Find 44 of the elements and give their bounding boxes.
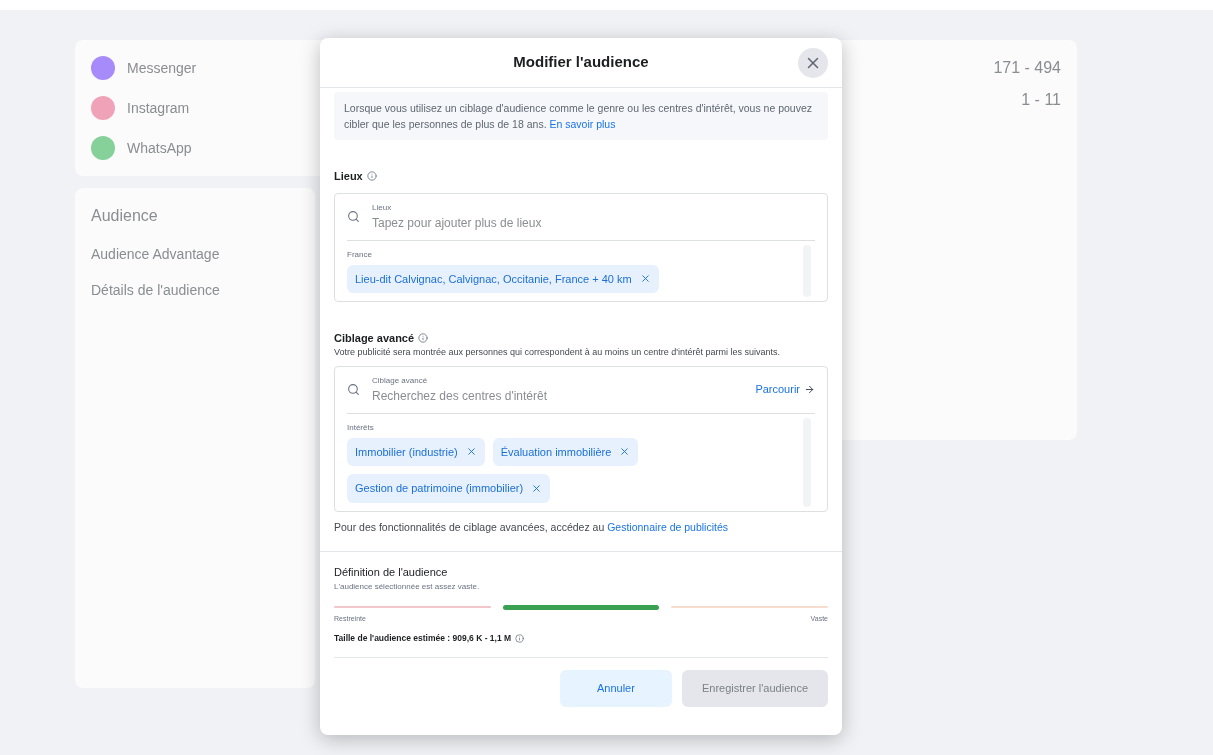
channel-name: WhatsApp — [127, 139, 192, 158]
interests-search-field[interactable]: Ciblage avancé Recherchez des centres d'intérêt Parcourir — [347, 366, 815, 414]
channel-name: Messenger — [127, 59, 197, 78]
channel-name: Instagram — [127, 99, 190, 118]
group-label: Intérêts — [347, 421, 375, 434]
close-button[interactable] — [798, 48, 828, 78]
search-placeholder: Recherchez des centres d'intérêt — [372, 387, 549, 405]
field-label: Lieux — [372, 201, 393, 214]
remove-icon[interactable] — [639, 273, 651, 285]
group-label: France — [347, 248, 373, 261]
remove-icon[interactable] — [465, 446, 477, 458]
remove-icon[interactable] — [619, 446, 631, 458]
section-label: Lieux — [334, 169, 363, 184]
stat-value: 1 - 11 — [1021, 90, 1061, 110]
interest-chip[interactable]: Lieu-dit Calvignac, Calvignac, Occitanie, France + 40 km — [347, 264, 659, 293]
info-icon[interactable] — [515, 634, 525, 644]
ads-manager-link[interactable]: Gestionnaire de publicités — [607, 520, 728, 533]
search-icon — [347, 383, 360, 396]
learn-more-link[interactable]: En savoir plus — [549, 118, 616, 130]
cancel-button[interactable]: Annuler — [559, 670, 672, 707]
section-description: Votre publicité sera montrée aux personnes qui correspondent à au moins un centre d'intérêt parmi les suivants. — [334, 346, 781, 358]
remove-icon[interactable] — [531, 482, 543, 494]
dialog-title: Modifier l'audience — [513, 52, 649, 73]
browse-link[interactable]: Parcourir — [755, 381, 815, 398]
audience-estimate: Taille de l'audience estimée : 909,6 K - 1,1 M — [334, 632, 512, 645]
search-placeholder: Tapez pour ajouter plus de lieux — [372, 214, 542, 232]
advanced-footer-text: Pour des fonctionnalités de ciblage avancées, accédez au Gestionnaire de publicités — [334, 519, 729, 535]
definition-subtitle: L'audience sélectionnée est assez vaste. — [334, 580, 481, 593]
arrow-icon — [804, 384, 815, 395]
locations-search-field[interactable]: Lieux Tapez pour ajouter plus de lieux — [347, 193, 815, 241]
section-label: Ciblage avancé — [334, 331, 415, 346]
section-title: Audience — [91, 206, 158, 226]
search-icon — [347, 210, 360, 223]
notice-text: Lorsque vous utilisez un ciblage d'audience comme le genre ou les centres d'intérêt, vous ne pouvez cibler que les personnes de plus de 18 ans. En savoir plus — [334, 92, 828, 140]
interest-chip[interactable]: Gestion de patrimoine (immobilier) — [347, 474, 551, 503]
info-icon[interactable] — [366, 171, 377, 182]
details-title: Détails de l'audience — [91, 281, 220, 300]
subsection-title: Audience Advantage — [91, 245, 220, 264]
field-label: Ciblage avancé — [372, 374, 429, 387]
info-icon[interactable] — [418, 333, 429, 344]
interest-chip[interactable]: Immobilier (industrie) — [347, 437, 485, 466]
stat-value: 171 - 494 — [993, 58, 1061, 78]
interest-chip[interactable]: Évaluation immobilière — [492, 437, 639, 466]
definition-title: Définition de l'audience — [334, 565, 449, 581]
